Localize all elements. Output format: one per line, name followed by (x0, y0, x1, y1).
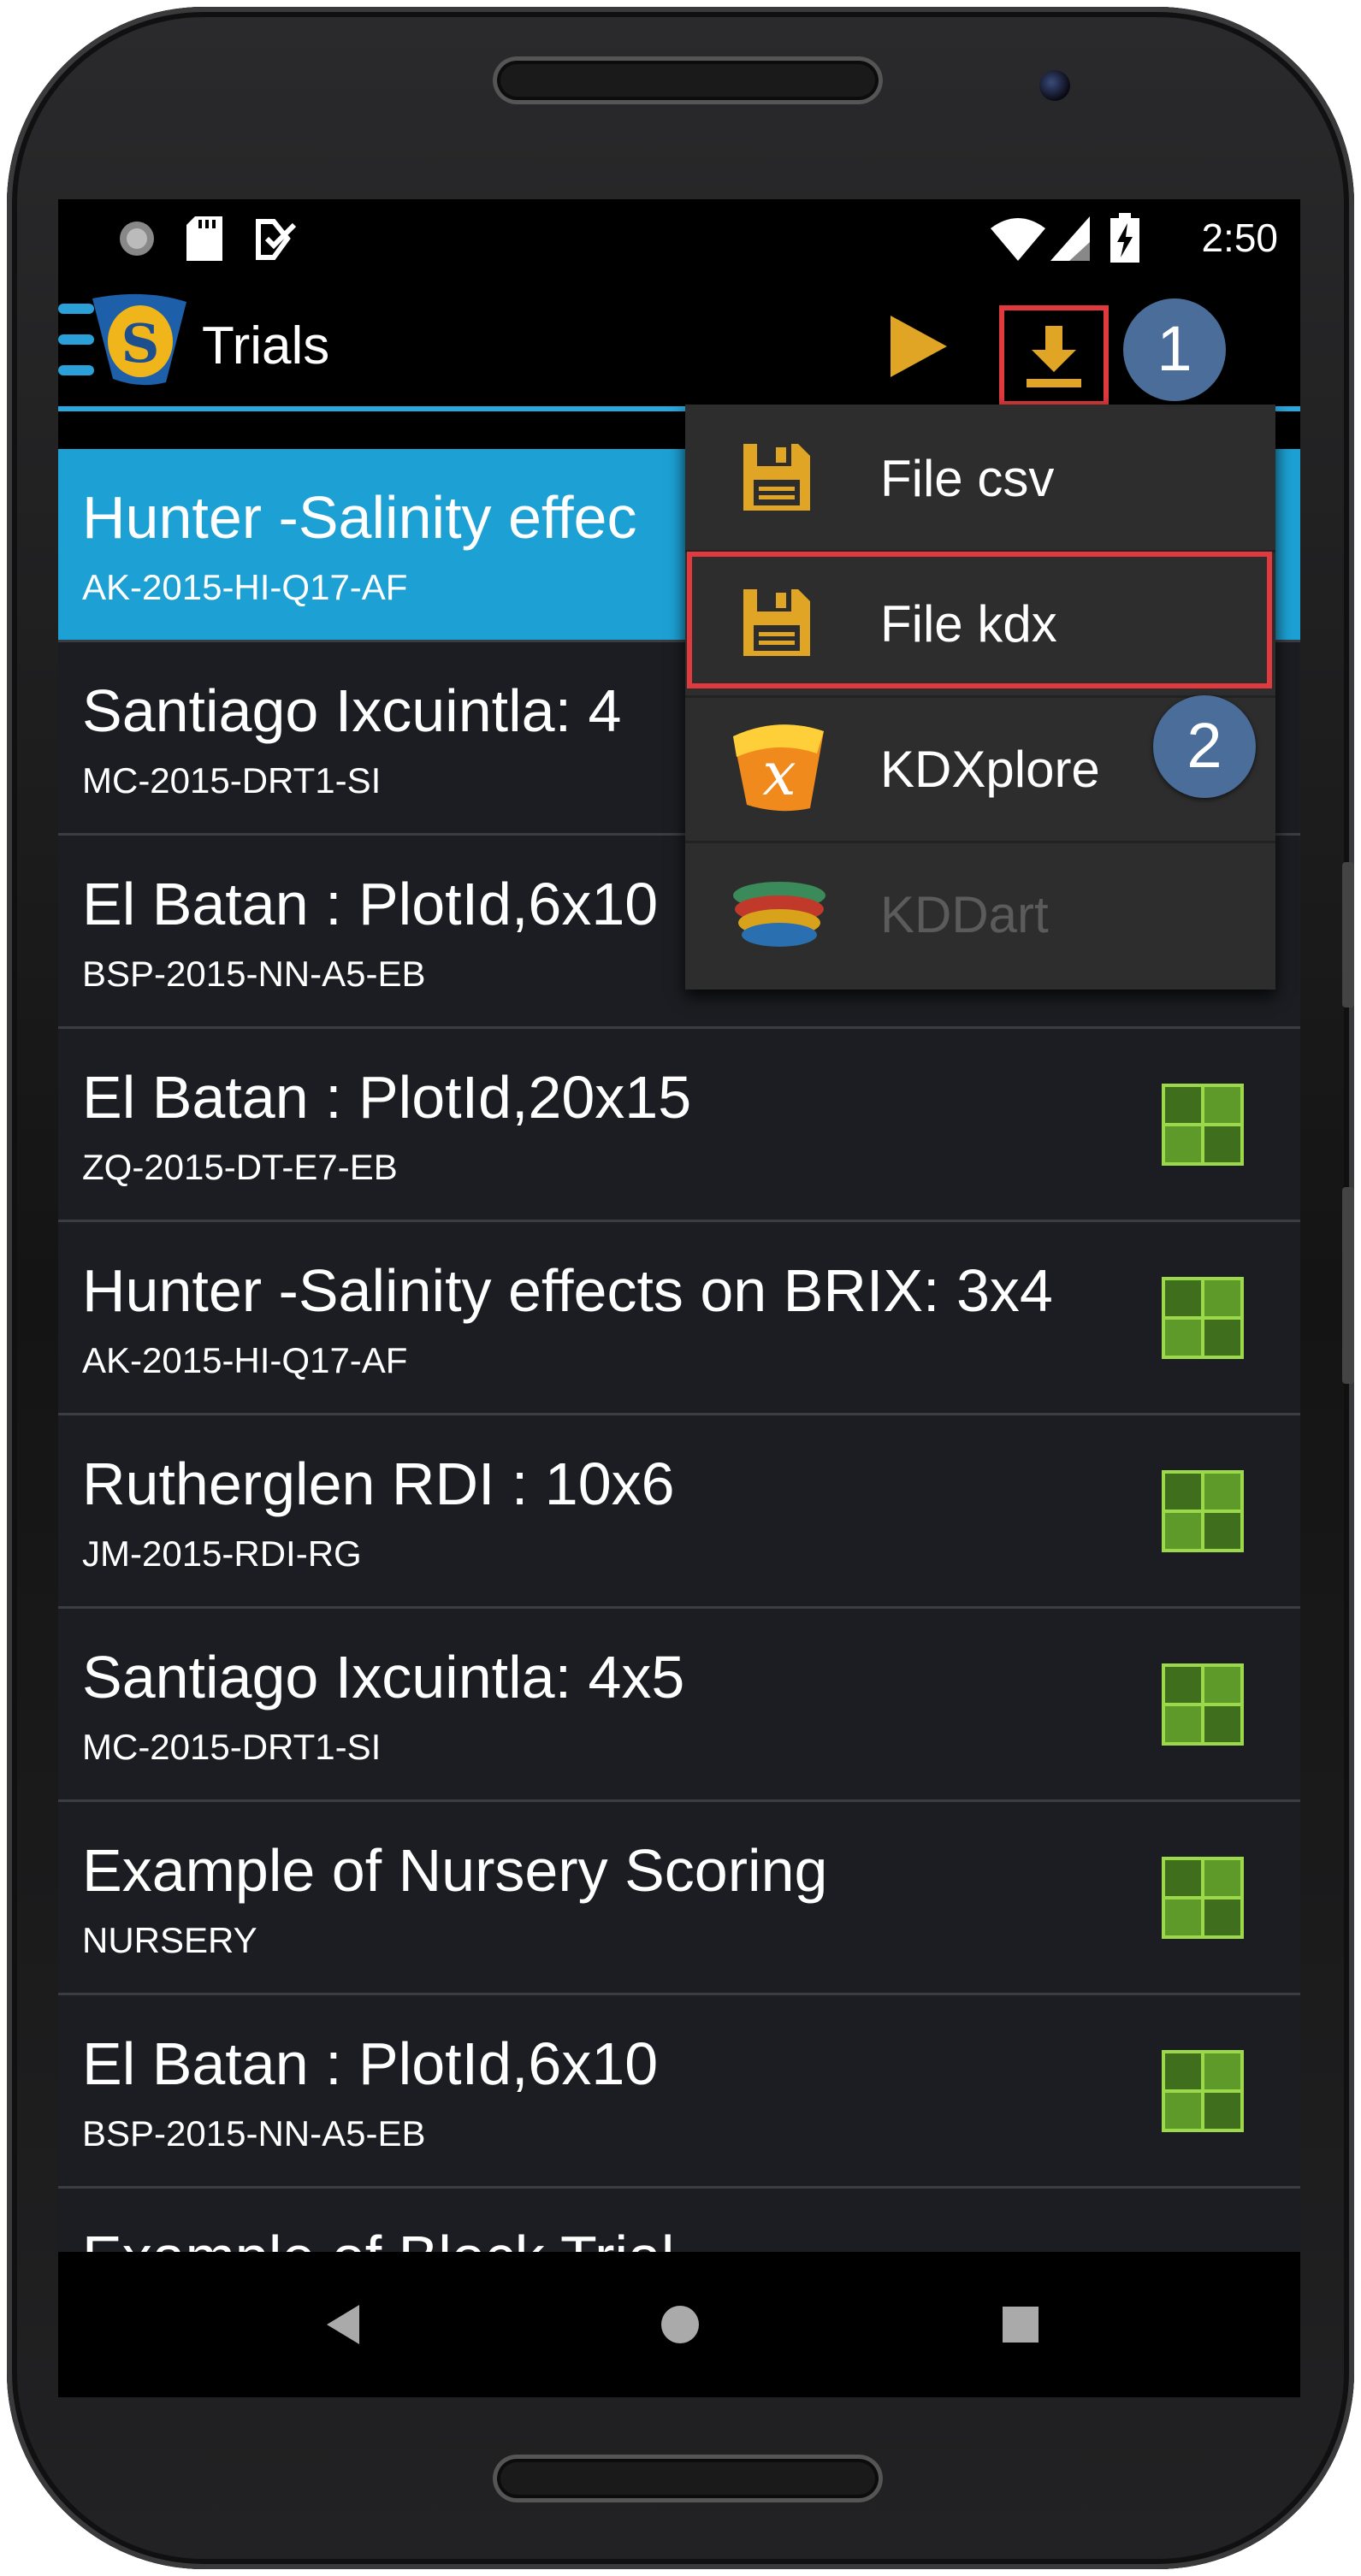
plot-grid-icon[interactable] (1162, 2050, 1244, 2132)
trial-code: AK-2015-HI-Q17-AF (82, 567, 408, 607)
download-icon (1027, 326, 1081, 387)
menu-item-label: File csv (880, 450, 1055, 507)
menu-item-label: KDDart (880, 886, 1049, 943)
save-icon (743, 444, 810, 511)
sync-icon (120, 222, 154, 256)
recents-icon[interactable] (991, 2295, 1050, 2354)
list-item[interactable]: Rutherglen RDI : 10x6 JM-2015-RDI-RG (58, 1415, 1300, 1609)
svg-text:S: S (121, 312, 160, 375)
plot-grid-icon[interactable] (1162, 1277, 1244, 1359)
menu-item-kddart: KDDart (685, 841, 1275, 986)
list-item[interactable]: Santiago Ixcuintla: 4x5 MC-2015-DRT1-SI (58, 1609, 1300, 1802)
status-clock: 2:50 (1201, 216, 1278, 260)
phone-frame: 2:50 S Trials Hunter -Salinity effec AK-… (7, 7, 1354, 2569)
trial-title: El Batan : PlotId,20x15 (82, 1064, 692, 1131)
trial-code: AK-2015-HI-Q17-AF (82, 1340, 408, 1380)
list-item[interactable]: El Batan : PlotId,6x10 BSP-2015-NN-A5-EB (58, 1995, 1300, 2189)
battery-charging-icon (1110, 213, 1139, 263)
front-camera (1039, 70, 1070, 101)
sd-card-icon (186, 216, 222, 261)
highlight-box (687, 552, 1272, 688)
trial-title: El Batan : PlotId,6x10 (82, 2030, 659, 2097)
trial-code: JM-2015-RDI-RG (82, 1533, 362, 1574)
menu-item-file-csv[interactable]: File csv (685, 405, 1275, 552)
plot-grid-icon[interactable] (1162, 1470, 1244, 1552)
screen: 2:50 S Trials Hunter -Salinity effec AK-… (58, 199, 1300, 2397)
trial-title: Hunter -Salinity effec (82, 484, 637, 551)
plot-grid-icon[interactable] (1162, 1857, 1244, 1939)
trial-title: El Batan : PlotId,6x10 (82, 871, 659, 937)
download-button[interactable] (999, 305, 1109, 406)
kdxplore-logo-icon: x (733, 724, 824, 812)
list-item[interactable]: Example of Nursery Scoring NURSERY (58, 1802, 1300, 1995)
app-bar: S Trials (58, 278, 1300, 411)
volume-button (1342, 862, 1354, 1007)
app-logo-icon[interactable]: S (58, 293, 195, 387)
trial-title: Santiago Ixcuintla: 4 (82, 677, 622, 744)
trial-code: MC-2015-DRT1-SI (82, 760, 382, 801)
nav-bar (58, 2252, 1300, 2397)
signal-icon (1050, 216, 1090, 261)
svg-text:x: x (762, 739, 796, 809)
top-speaker (493, 56, 883, 104)
notification-icon (256, 219, 297, 260)
trial-title: Santiago Ixcuintla: 4x5 (82, 1644, 685, 1710)
trial-title: Rutherglen RDI : 10x6 (82, 1450, 675, 1517)
page-title: Trials (202, 316, 330, 375)
trial-code: ZQ-2015-DT-E7-EB (82, 1147, 398, 1187)
wifi-icon (991, 218, 1045, 261)
list-item[interactable]: Hunter -Salinity effects on BRIX: 3x4 AK… (58, 1222, 1300, 1415)
callout-step-1: 1 (1123, 298, 1226, 401)
home-icon[interactable] (650, 2295, 710, 2354)
status-bar: 2:50 (58, 199, 1300, 276)
trial-title: Hunter -Salinity effects on BRIX: 3x4 (82, 1257, 1053, 1324)
plot-grid-icon[interactable] (1162, 1663, 1244, 1746)
trial-title: Example of Nursery Scoring (82, 1837, 828, 1904)
plot-grid-icon[interactable] (1162, 1084, 1244, 1166)
trial-code: BSP-2015-NN-A5-EB (82, 954, 426, 994)
menu-item-label: KDXplore (880, 741, 1100, 798)
trial-code: NURSERY (82, 1920, 257, 1960)
back-icon[interactable] (315, 2295, 375, 2354)
trial-code: BSP-2015-NN-A5-EB (82, 2113, 426, 2154)
power-button (1342, 1187, 1354, 1384)
callout-step-2: 2 (1153, 695, 1256, 798)
kddart-logo-icon (733, 882, 825, 947)
trial-code: MC-2015-DRT1-SI (82, 1727, 382, 1767)
play-icon[interactable] (884, 312, 952, 381)
export-menu: File csv File kdx x KDXplore KDDart (685, 405, 1275, 990)
bottom-speaker (493, 2455, 883, 2502)
list-item[interactable]: El Batan : PlotId,20x15 ZQ-2015-DT-E7-EB (58, 1029, 1300, 1222)
